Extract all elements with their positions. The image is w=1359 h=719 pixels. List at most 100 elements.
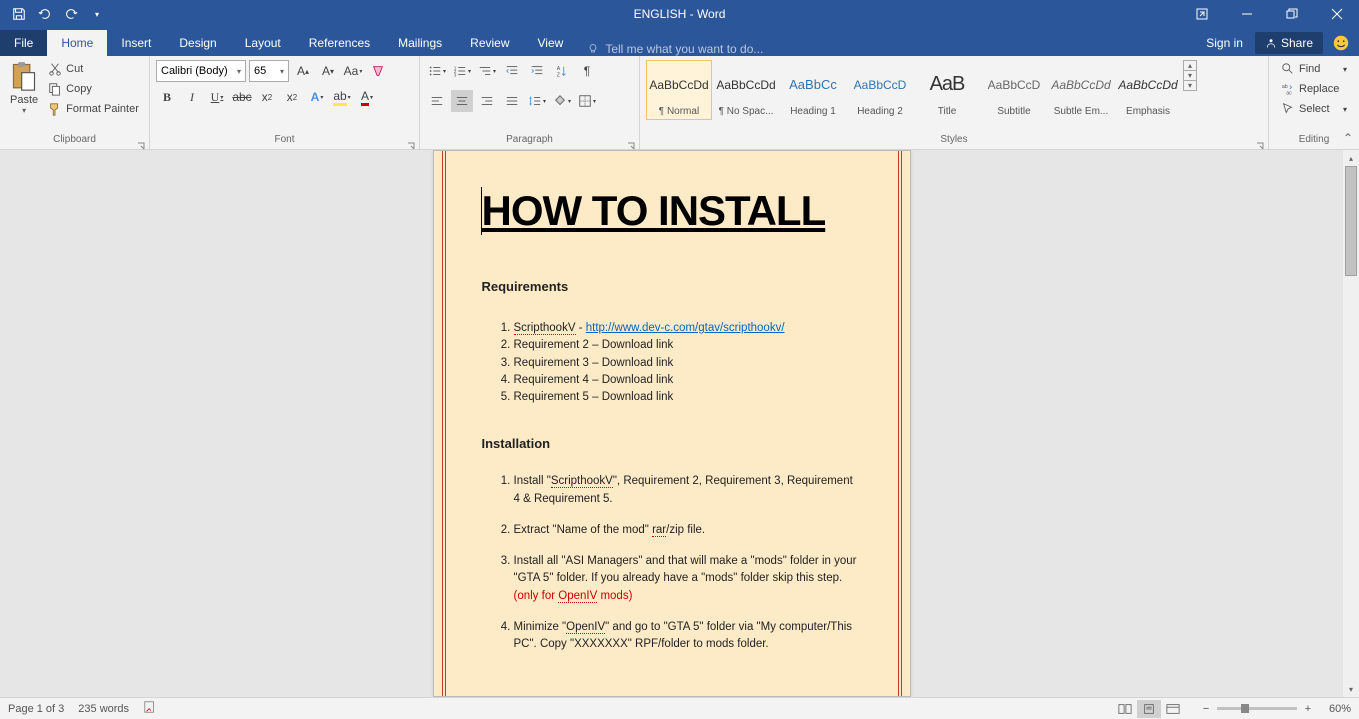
zoom-out-button[interactable]: − <box>1199 703 1213 715</box>
bullets-button[interactable]: ▾ <box>426 60 448 82</box>
tab-view[interactable]: View <box>524 30 578 56</box>
zoom-in-button[interactable]: + <box>1301 703 1315 715</box>
numbering-button[interactable]: 123▾ <box>451 60 473 82</box>
tab-insert[interactable]: Insert <box>107 30 165 56</box>
line-spacing-button[interactable]: ▾ <box>526 90 548 112</box>
align-left-button[interactable] <box>426 90 448 112</box>
font-name-combo[interactable]: Calibri (Body)▾ <box>156 60 246 82</box>
style-item-heading-2[interactable]: AaBbCcDHeading 2 <box>847 60 913 120</box>
justify-button[interactable] <box>501 90 523 112</box>
tab-file[interactable]: File <box>0 30 47 56</box>
read-mode-button[interactable] <box>1113 700 1137 718</box>
tab-home[interactable]: Home <box>47 30 107 56</box>
shrink-font-button[interactable]: A▾ <box>317 60 339 82</box>
font-color-button[interactable]: A▾ <box>356 86 378 108</box>
zoom-thumb[interactable] <box>1241 704 1249 713</box>
qat-more[interactable]: ▾ <box>86 3 108 25</box>
highlight-button[interactable]: ab▾ <box>331 86 353 108</box>
align-right-button[interactable] <box>476 90 498 112</box>
style-item-emphasis[interactable]: AaBbCcDdEmphasis <box>1115 60 1181 120</box>
vertical-scrollbar: ▴ ▾ <box>1343 150 1359 697</box>
tab-layout[interactable]: Layout <box>231 30 295 56</box>
ribbon-display-options[interactable] <box>1179 0 1224 28</box>
cut-button[interactable]: Cut <box>44 60 143 78</box>
print-layout-button[interactable] <box>1137 700 1161 718</box>
show-hide-button[interactable]: ¶ <box>576 60 598 82</box>
shading-button[interactable]: ▾ <box>551 90 573 112</box>
font-group-label: Font <box>150 132 419 149</box>
list-item: Install "ScripthookV", Requirement 2, Re… <box>514 473 862 508</box>
list-item: ScripthookV - http://www.dev-c.com/gtav/… <box>514 320 862 337</box>
italic-button[interactable]: I <box>181 86 203 108</box>
scroll-down-button[interactable]: ▾ <box>1343 681 1359 697</box>
bold-button[interactable]: B <box>156 86 178 108</box>
tab-references[interactable]: References <box>295 30 384 56</box>
hyperlink[interactable]: http://www.dev-c.com/gtav/scripthookv/ <box>586 322 785 334</box>
feedback-smiley[interactable] <box>1329 31 1353 55</box>
superscript-button[interactable]: x2 <box>281 86 303 108</box>
find-button[interactable]: Find▾ <box>1275 60 1353 78</box>
replace-button[interactable]: abacReplace <box>1275 80 1353 98</box>
style-item-subtle-em---[interactable]: AaBbCcDdSubtle Em... <box>1048 60 1114 120</box>
copy-button[interactable]: Copy <box>44 80 143 98</box>
underline-button[interactable]: U▾ <box>206 86 228 108</box>
lightbulb-icon <box>587 43 599 55</box>
styles-launcher[interactable] <box>1256 137 1266 147</box>
select-button[interactable]: Select▾ <box>1275 100 1353 118</box>
web-layout-button[interactable] <box>1161 700 1185 718</box>
search-icon <box>1281 62 1295 76</box>
zoom-track[interactable] <box>1217 707 1297 710</box>
font-size-combo[interactable]: 65▾ <box>249 60 289 82</box>
clipboard-group-label: Clipboard <box>0 132 149 149</box>
borders-button[interactable]: ▾ <box>576 90 598 112</box>
sort-button[interactable]: AZ <box>551 60 573 82</box>
paragraph-launcher[interactable] <box>627 137 637 147</box>
collapse-ribbon-button[interactable]: ⌃ <box>1343 131 1353 145</box>
strikethrough-button[interactable]: abc <box>231 86 253 108</box>
tab-mailings[interactable]: Mailings <box>384 30 456 56</box>
page-number[interactable]: Page 1 of 3 <box>8 703 64 715</box>
maximize-button[interactable] <box>1269 0 1314 28</box>
style-item---no-spac---[interactable]: AaBbCcDd¶ No Spac... <box>713 60 779 120</box>
subscript-button[interactable]: x2 <box>256 86 278 108</box>
tab-review[interactable]: Review <box>456 30 523 56</box>
style-item-subtitle[interactable]: AaBbCcDSubtitle <box>981 60 1047 120</box>
clear-formatting-button[interactable] <box>367 60 389 82</box>
multilevel-list-button[interactable]: ▾ <box>476 60 498 82</box>
scroll-up-button[interactable]: ▴ <box>1343 150 1359 166</box>
format-painter-button[interactable]: Format Painter <box>44 100 143 118</box>
group-paragraph: ▾ 123▾ ▾ AZ ¶ ▾ ▾ ▾ Paragraph <box>420 56 640 149</box>
increase-indent-button[interactable] <box>526 60 548 82</box>
document-scroll[interactable]: HOW TO INSTALL Requirements ScripthookV … <box>0 150 1343 697</box>
paste-button[interactable]: Paste ▾ <box>6 60 42 117</box>
styles-expand[interactable]: ▾ <box>1184 81 1196 90</box>
clipboard-launcher[interactable] <box>137 137 147 147</box>
group-styles: AaBbCcDd¶ NormalAaBbCcDd¶ No Spac...AaBb… <box>640 56 1269 149</box>
style-item-heading-1[interactable]: AaBbCcHeading 1 <box>780 60 846 120</box>
proofing-status-icon[interactable] <box>143 700 157 717</box>
change-case-button[interactable]: Aa▾ <box>342 60 364 82</box>
style-item-title[interactable]: AaBTitle <box>914 60 980 120</box>
close-button[interactable] <box>1314 0 1359 28</box>
decrease-indent-button[interactable] <box>501 60 523 82</box>
styles-scroll-down[interactable]: ▾ <box>1184 71 1196 81</box>
page[interactable]: HOW TO INSTALL Requirements ScripthookV … <box>433 150 911 697</box>
word-count[interactable]: 235 words <box>78 703 129 715</box>
grow-font-button[interactable]: A▴ <box>292 60 314 82</box>
font-launcher[interactable] <box>407 137 417 147</box>
redo-button[interactable] <box>60 3 82 25</box>
scroll-thumb[interactable] <box>1345 166 1357 276</box>
tell-me-search[interactable]: Tell me what you want to do... <box>577 42 773 56</box>
share-button[interactable]: Share <box>1255 32 1323 54</box>
sign-in-link[interactable]: Sign in <box>1196 30 1253 56</box>
zoom-level[interactable]: 60% <box>1329 703 1351 715</box>
styles-scroll-up[interactable]: ▴ <box>1184 61 1196 71</box>
minimize-button[interactable] <box>1224 0 1269 28</box>
text-effects-button[interactable]: A▾ <box>306 86 328 108</box>
style-item---normal[interactable]: AaBbCcDd¶ Normal <box>646 60 712 120</box>
undo-button[interactable] <box>34 3 56 25</box>
share-icon <box>1265 37 1277 49</box>
tab-design[interactable]: Design <box>165 30 230 56</box>
save-icon[interactable] <box>8 3 30 25</box>
align-center-button[interactable] <box>451 90 473 112</box>
